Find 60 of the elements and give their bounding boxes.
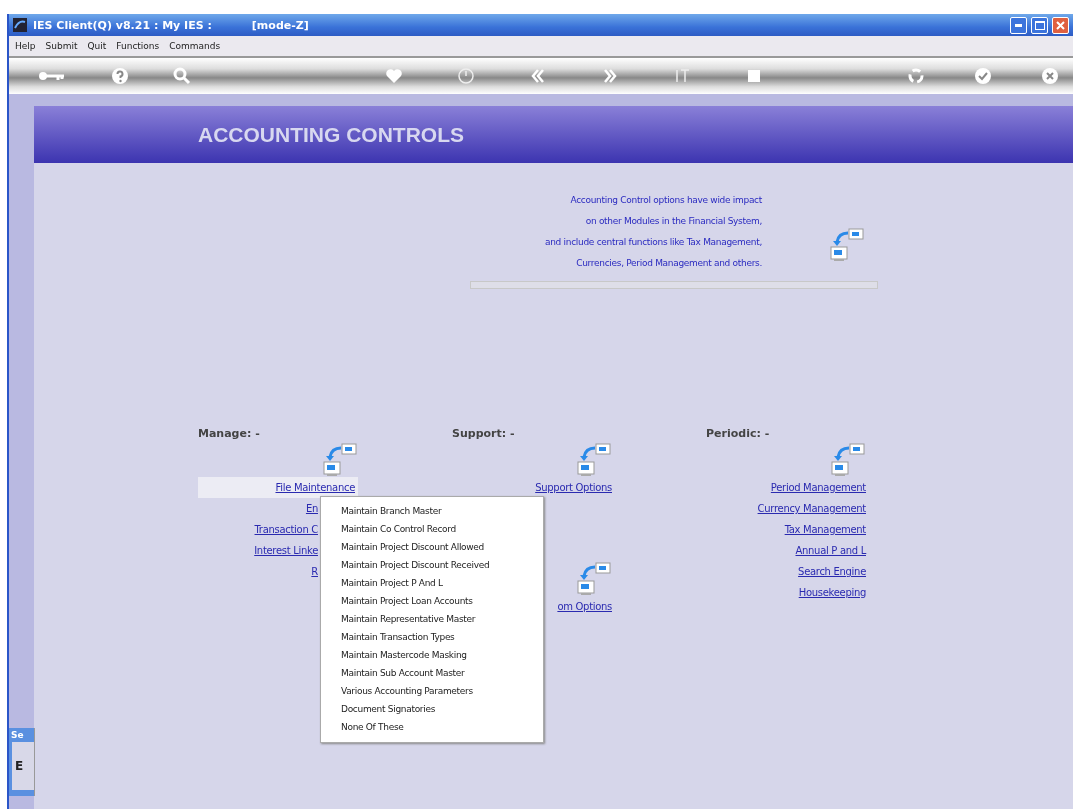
popup-menu-item[interactable]: None Of These xyxy=(321,718,543,736)
help-icon[interactable] xyxy=(109,65,131,87)
side-window-text: E xyxy=(14,759,24,773)
mode-label: [mode-Z] xyxy=(251,18,309,32)
popup-menu-item[interactable]: Maintain Mastercode Masking xyxy=(321,646,543,664)
close-icon[interactable] xyxy=(1039,65,1061,87)
popup-menu-item[interactable]: Maintain Transaction Types xyxy=(321,628,543,646)
menu-item[interactable]: Quit xyxy=(87,41,107,51)
confirm-icon[interactable] xyxy=(972,65,994,87)
minimize-button[interactable] xyxy=(1010,16,1027,34)
description-text: Currencies, Period Management and others. xyxy=(576,257,762,270)
maximize-icon xyxy=(1034,20,1045,30)
option-link[interactable]: om Options xyxy=(557,596,612,617)
popup-menu-item[interactable]: Maintain Co Control Record xyxy=(321,520,543,538)
option-link[interactable]: Search Engine xyxy=(798,561,866,582)
minimize-icon xyxy=(1015,23,1022,27)
option-link[interactable]: Housekeeping xyxy=(798,582,866,603)
description-text: Accounting Control options have wide impact xyxy=(570,194,762,207)
option-link[interactable]: En xyxy=(305,498,318,519)
close-icon xyxy=(1056,20,1065,30)
option-link[interactable]: File Maintenance xyxy=(198,477,358,498)
description-text: and include central functions like Tax Management, xyxy=(544,236,762,249)
computer-transfer-icon[interactable] xyxy=(830,443,866,477)
app-icon xyxy=(13,18,27,32)
page-title: ACCOUNTING CONTROLS xyxy=(198,122,464,147)
popup-menu-item[interactable]: Various Accounting Parameters xyxy=(321,682,543,700)
popup-menu-item[interactable]: Maintain Project Discount Received xyxy=(321,556,543,574)
menu-item[interactable]: Commands xyxy=(169,41,221,51)
clock-icon[interactable] xyxy=(455,65,477,87)
section-heading: Manage: - xyxy=(198,427,261,442)
computer-transfer-icon[interactable] xyxy=(576,443,612,477)
option-link[interactable]: Annual P and L xyxy=(795,540,866,561)
popup-menu-item[interactable]: Maintain Project Discount Allowed xyxy=(321,538,543,556)
computer-transfer-icon[interactable] xyxy=(322,443,358,477)
menu-item[interactable]: Functions xyxy=(116,41,160,51)
computer-transfer-icon[interactable] xyxy=(829,228,865,262)
option-link[interactable]: Tax Management xyxy=(784,519,866,540)
close-button[interactable] xyxy=(1052,16,1069,34)
section-heading: Periodic: - xyxy=(706,427,771,442)
window-title: IES Client(Q) v8.21 : My IES : xyxy=(33,18,212,32)
menu-item[interactable]: Submit xyxy=(45,41,78,51)
option-link[interactable]: Interest Linke xyxy=(254,540,318,561)
maximize-button[interactable] xyxy=(1031,16,1048,34)
popup-menu-item[interactable]: Document Signatories xyxy=(321,700,543,718)
option-link[interactable]: Transaction C xyxy=(254,519,318,540)
popup-menu-item[interactable]: Maintain Sub Account Master xyxy=(321,664,543,682)
popup-menu-item[interactable]: Maintain Branch Master xyxy=(321,502,543,520)
option-link[interactable]: Support Options xyxy=(535,477,612,498)
option-link[interactable]: R xyxy=(311,561,318,582)
menu-item[interactable]: Help xyxy=(15,41,36,51)
description-text: on other Modules in the Financial System, xyxy=(585,215,762,228)
popup-menu-item[interactable]: Maintain Project P And L xyxy=(321,574,543,592)
side-window-title: Se xyxy=(10,729,25,740)
popup-menu-item[interactable]: Maintain Representative Master xyxy=(321,610,543,628)
option-link[interactable]: Period Management xyxy=(770,477,866,498)
search-icon[interactable] xyxy=(171,65,193,87)
popup-menu-item[interactable]: Maintain Project Loan Accounts xyxy=(321,592,543,610)
section-heading: Support: - xyxy=(452,427,516,442)
option-link[interactable]: Currency Management xyxy=(757,498,866,519)
computer-transfer-icon[interactable] xyxy=(576,562,612,596)
